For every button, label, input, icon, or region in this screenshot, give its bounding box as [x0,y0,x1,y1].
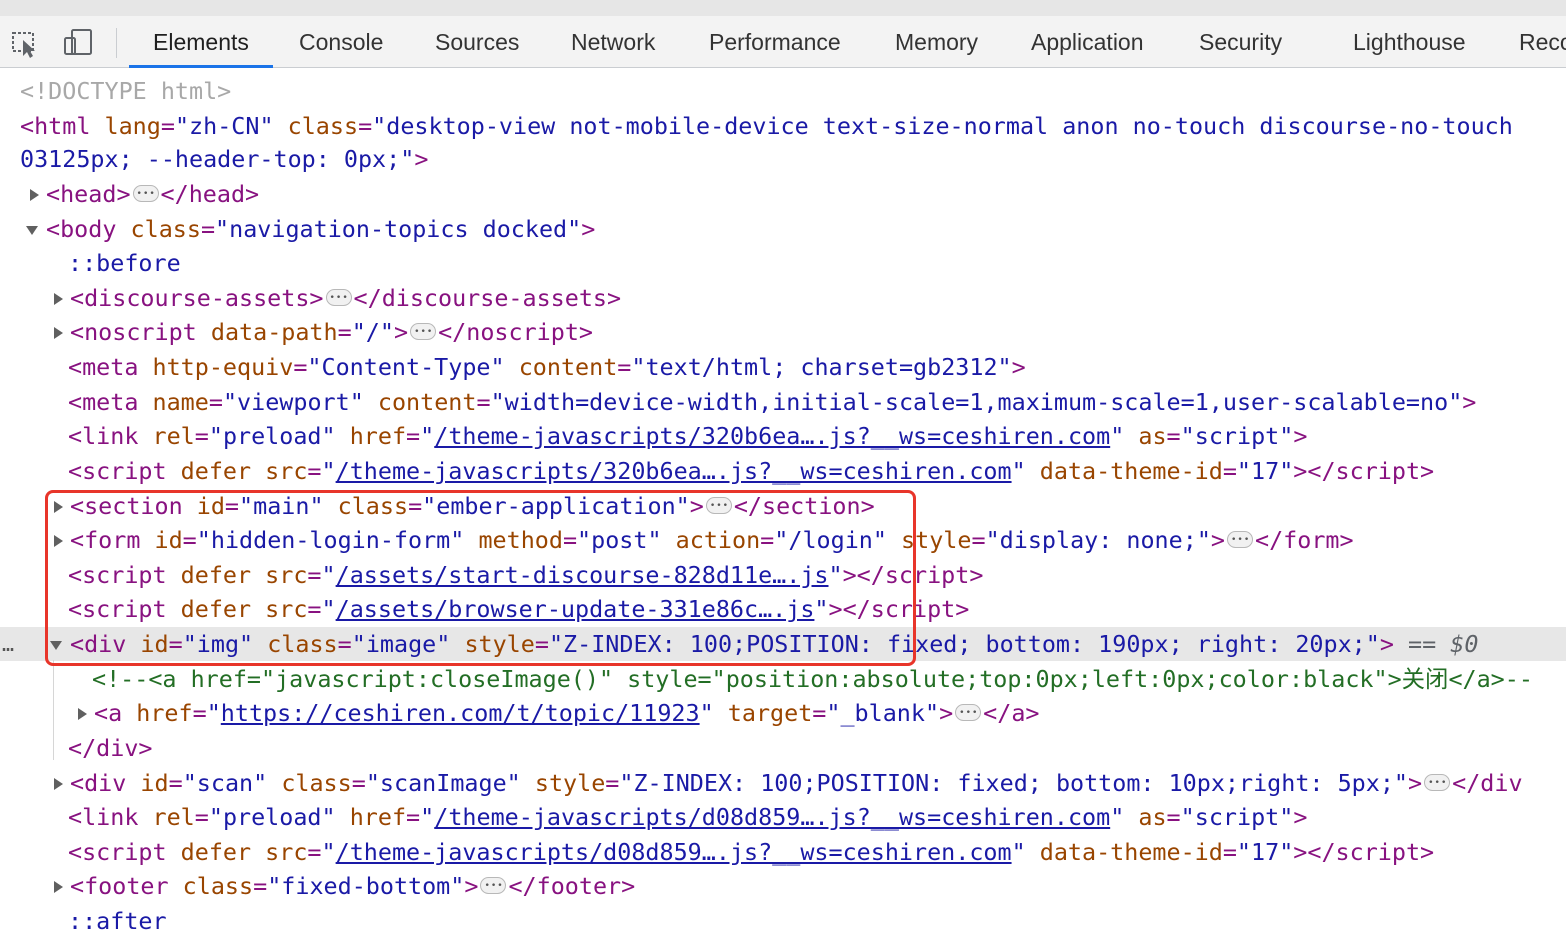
dom-node-script-theme-1[interactable]: <script defer src="/theme-javascripts/32… [0,454,1566,488]
div-scan-style: Z-INDEX: 100;POSITION: fixed; bottom: 10… [633,769,1394,797]
selected-node-marker: == $0 [1408,630,1479,658]
footer-class: fixed-bottom [281,872,451,900]
dom-node-after[interactable]: ::after [0,904,1566,938]
ellipsis-icon[interactable] [480,869,507,903]
dom-node-head[interactable]: <head></head> [0,177,1566,211]
dom-node-div-close[interactable]: </div> [0,731,1566,765]
ellipsis-icon[interactable] [1227,523,1253,557]
dom-node-comment[interactable]: <!--<a href="javascript:closeImage()" st… [0,662,1566,696]
link2-as: script [1194,803,1280,831]
div-close-tag: </div> [68,734,153,762]
tab-console[interactable]: Console [275,16,407,68]
discourse-assets-close: discourse-assets [381,284,608,312]
html-class: desktop-view not-mobile-device text-size… [386,112,1513,140]
expand-triangle-icon[interactable] [78,708,87,720]
gutter-dots[interactable]: … [2,627,14,661]
dom-node-script-theme-2[interactable]: <script defer src="/theme-javascripts/d0… [0,835,1566,869]
script4-src-link[interactable]: /theme-javascripts/d08d859….js?__ws=cesh… [336,838,1012,866]
dom-node-div-scan[interactable]: <div id="scan" class="scanImage" style="… [0,766,1566,800]
expand-triangle-icon[interactable] [30,189,39,201]
noscript-open: noscript [84,318,197,346]
meta1-content: text/html; charset=gb2312 [645,353,998,381]
meta2-content: width=device-width,initial-scale=1,maxim… [504,388,1449,416]
ellipsis-icon[interactable] [1424,766,1451,800]
ellipsis-icon[interactable] [410,315,437,349]
html-style-tail: 03125px; --header-top: 0px; [20,145,401,173]
tab-application[interactable]: Application [1007,16,1168,68]
noscript-value: / [365,318,380,346]
discourse-assets-open: discourse-assets [84,284,310,312]
highlight-annotation-box [45,490,916,666]
dom-node-noscript[interactable]: <noscript data-path="/"></noscript> [0,315,1566,349]
ellipsis-icon[interactable] [955,696,982,730]
dom-node-link-preload-2[interactable]: <link rel="preload" href="/theme-javascr… [0,800,1566,834]
body-tag: body [60,215,117,243]
script1-theme-id: 17 [1251,457,1280,485]
body-class: navigation-topics docked [229,215,568,243]
anchor-target: _blank [840,699,925,727]
tab-lighthouse[interactable]: Lighthouse [1329,16,1490,68]
script1-src-link[interactable]: /theme-javascripts/320b6ea….js?__ws=cesh… [336,457,1012,485]
meta1-http-equiv: Content-Type [321,353,491,381]
dom-node-meta-viewport[interactable]: <meta name="viewport" content="width=dev… [0,385,1566,419]
comment-text: <!--<a href="javascript:closeImage()" st… [92,665,1533,693]
expand-triangle-icon[interactable] [54,293,63,305]
head-close-tag: head [188,180,246,208]
tab-security[interactable]: Security [1175,16,1306,68]
toolbar-separator [116,28,117,58]
link1-rel: preload [222,422,322,450]
dom-node-doctype[interactable]: <!DOCTYPE html> [0,74,1566,108]
pseudo-after: ::after [68,907,167,935]
ellipsis-icon[interactable] [132,177,159,211]
tab-elements[interactable]: Elements [129,16,273,68]
script4-theme-id: 17 [1251,838,1280,866]
form-style: display: none; [999,526,1197,554]
inspect-element-icon[interactable] [8,26,42,60]
pseudo-before: ::before [68,249,181,277]
noscript-attr: data-path [210,318,338,346]
link2-href-link[interactable]: /theme-javascripts/d08d859….js?__ws=cesh… [434,803,1110,831]
dom-node-html-wrap: 03125px; --header-top: 0px;"> [20,145,429,173]
tab-sources[interactable]: Sources [411,16,543,68]
dom-node-before[interactable]: ::before [0,246,1566,280]
collapse-triangle-icon[interactable] [26,226,38,235]
tab-network[interactable]: Network [547,16,679,68]
expand-triangle-icon[interactable] [54,778,63,790]
tab-performance[interactable]: Performance [685,16,865,68]
device-toggle-icon[interactable] [62,26,96,60]
dom-node-meta-content-type[interactable]: <meta http-equiv="Content-Type" content=… [0,350,1566,384]
head-open-tag: head [60,180,117,208]
link1-as: script [1194,422,1280,450]
dom-node-link-preload-1[interactable]: <link rel="preload" href="/theme-javascr… [0,419,1566,453]
dom-node-footer[interactable]: <footer class="fixed-bottom"></footer> [0,869,1566,903]
anchor-href-link[interactable]: https://ceshiren.com/t/topic/11923 [221,699,700,727]
expand-triangle-icon[interactable] [54,327,63,339]
ellipsis-icon[interactable] [325,281,352,315]
tab-memory[interactable]: Memory [871,16,1002,68]
expand-triangle-icon[interactable] [54,881,63,893]
devtools-toolbar: Elements Console Sources Network Perform… [0,16,1566,68]
tab-recorder[interactable]: Reco [1495,16,1566,68]
noscript-close: noscript [466,318,579,346]
dom-node-anchor[interactable]: <a href="https://ceshiren.com/t/topic/11… [0,696,1566,730]
dom-node-body[interactable]: <body class="navigation-topics docked"> [0,212,1566,246]
dom-node-html[interactable]: <html lang="zh-CN" class="desktop-view n… [0,109,1566,143]
html-lang: zh-CN [189,112,260,140]
tree-indent-guide [53,660,54,760]
window-top-strip [0,0,1566,16]
dom-node-discourse-assets[interactable]: <discourse-assets></discourse-assets> [0,281,1566,315]
meta2-name: viewport [237,388,350,416]
doctype-text: <!DOCTYPE html> [20,77,232,105]
div-scan-id: scan [196,769,254,797]
div-scan-class: scanImage [379,769,507,797]
link1-href-link[interactable]: /theme-javascripts/320b6ea….js?__ws=cesh… [434,422,1110,450]
link2-rel: preload [222,803,322,831]
